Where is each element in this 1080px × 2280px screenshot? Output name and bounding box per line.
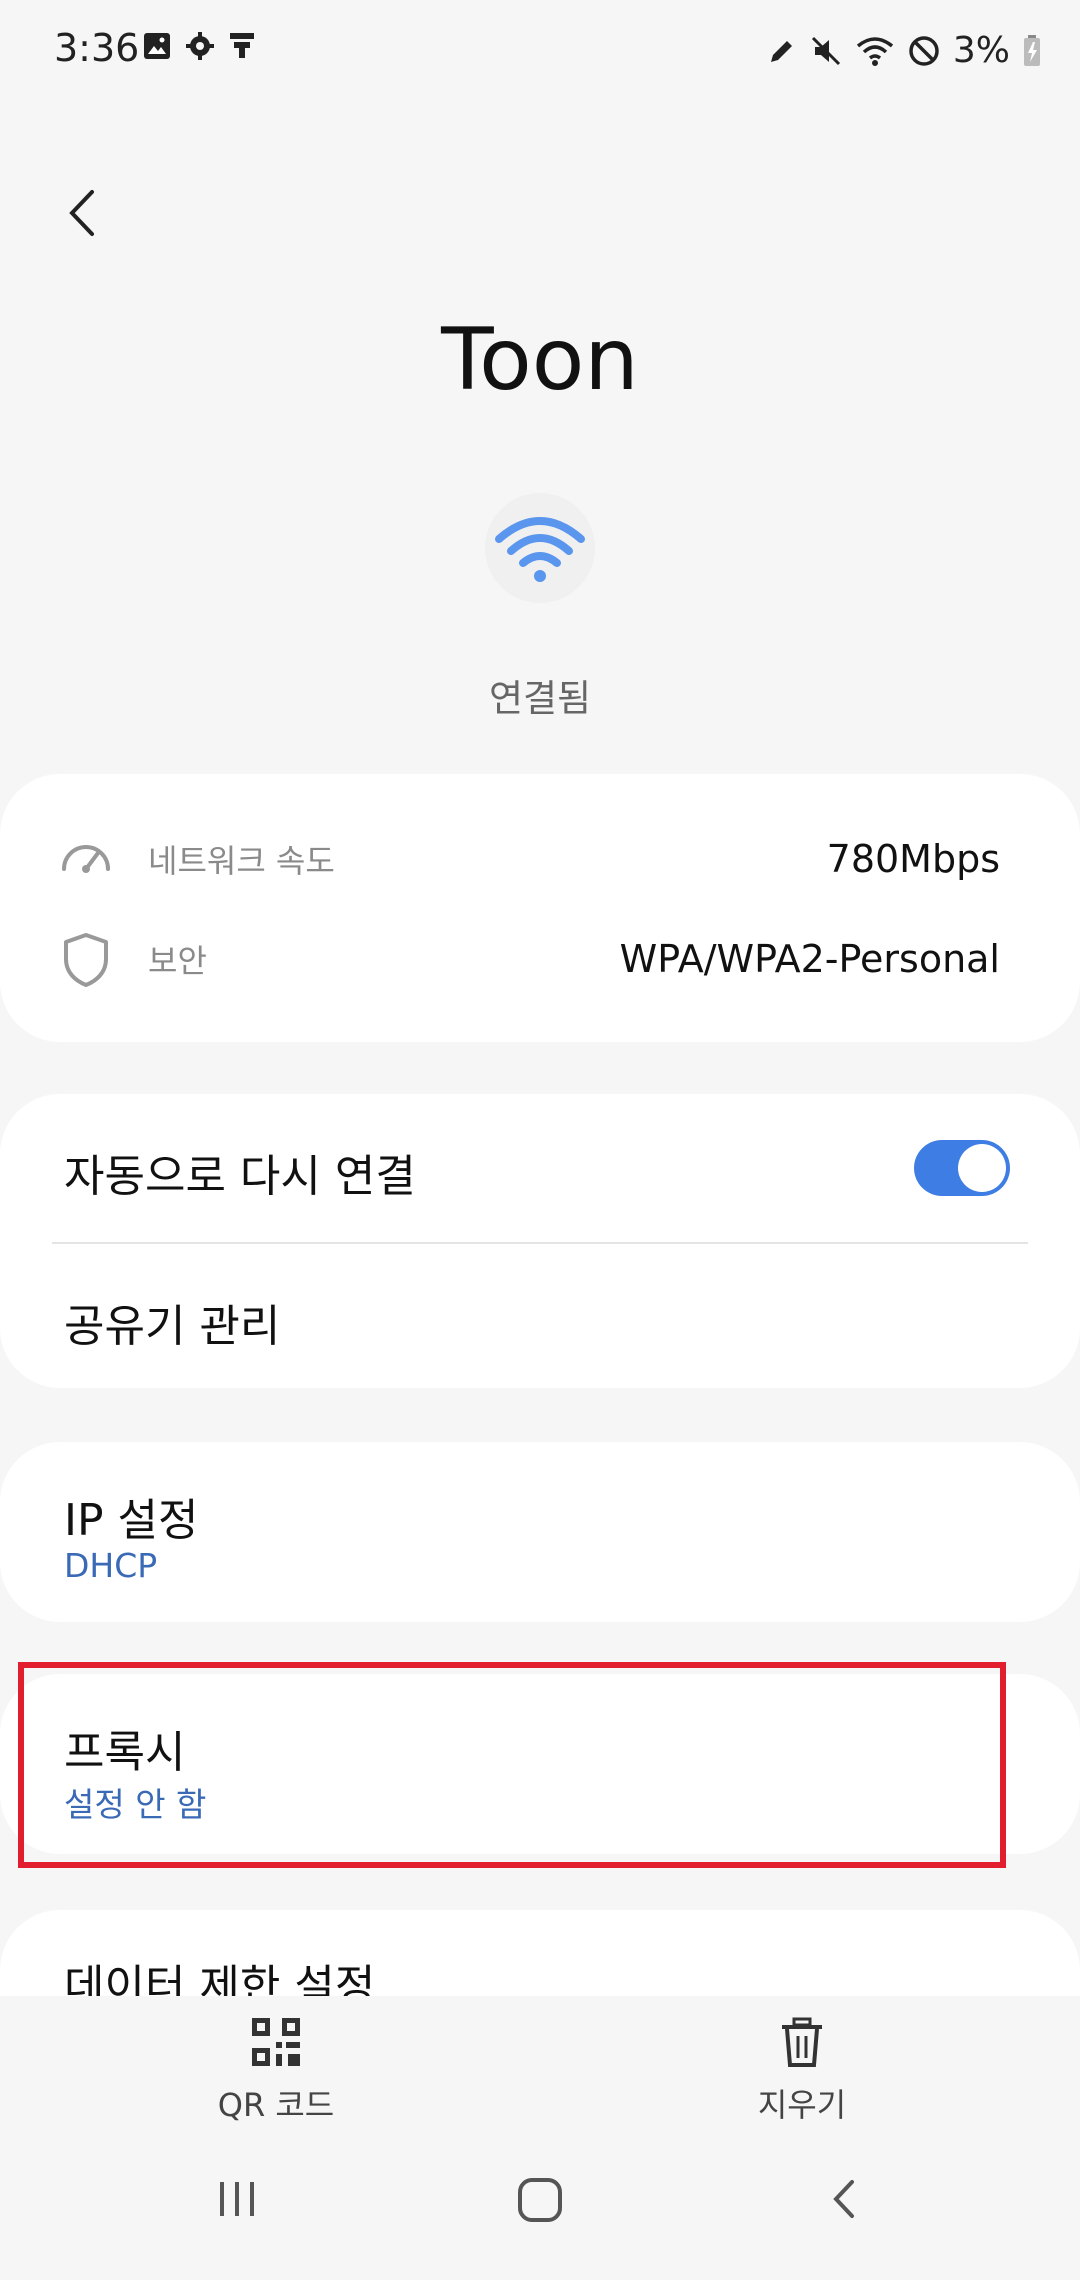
pen-icon	[767, 36, 797, 66]
bottom-action-bar	[0, 1996, 1080, 2156]
home-icon	[518, 2178, 562, 2222]
speedometer-icon	[56, 829, 116, 889]
connection-status: 연결됨	[488, 677, 592, 720]
trash-icon	[782, 2017, 822, 2067]
wifi-icon	[855, 34, 895, 68]
delete-label: 지우기	[757, 2086, 847, 2124]
page-title: Toon	[441, 310, 639, 410]
block-icon	[907, 34, 941, 68]
qr-code-icon	[252, 2018, 300, 2066]
recent-apps-button[interactable]	[214, 2176, 260, 2226]
status-time: 3:36	[54, 26, 140, 70]
delete-button[interactable]: 지우기	[702, 2016, 902, 2126]
speed-row: 네트워크 속도 780Mbps	[56, 814, 1080, 904]
ip-settings-value: DHCP	[64, 1546, 158, 1585]
toggle-knob	[958, 1144, 1006, 1192]
mute-icon	[809, 34, 843, 68]
router-manage-item[interactable]: 공유기 관리	[64, 1290, 280, 1354]
auto-reconnect-label[interactable]: 자동으로 다시 연결	[64, 1140, 416, 1204]
status-right-icons: 3%	[767, 30, 1042, 71]
back-button[interactable]	[56, 178, 116, 248]
status-left-icons	[142, 30, 256, 62]
nav-back-button[interactable]	[822, 2176, 868, 2226]
battery-percent: 3%	[952, 30, 1010, 71]
security-row: 보안 WPA/WPA2-Personal	[56, 914, 1080, 1004]
security-label: 보안	[148, 942, 207, 980]
wifi-icon	[495, 517, 585, 582]
qr-code-label: QR 코드	[217, 2086, 335, 2124]
proxy-highlight-box	[18, 1662, 1006, 1868]
image-icon	[142, 31, 172, 61]
recent-apps-icon	[220, 2182, 254, 2216]
divider	[52, 1242, 1028, 1244]
auto-reconnect-toggle[interactable]	[914, 1140, 1010, 1196]
home-button[interactable]	[516, 2176, 564, 2228]
back-arrow-icon	[833, 2180, 854, 2218]
network-info-card: 네트워크 속도 780Mbps 보안 WPA/WPA2-Personal	[0, 774, 1080, 1042]
chevron-left-icon	[69, 190, 94, 236]
battery-icon	[1022, 34, 1042, 68]
shield-icon	[56, 929, 116, 989]
ip-settings-label[interactable]: IP 설정	[64, 1484, 198, 1548]
security-value: WPA/WPA2-Personal	[619, 937, 1000, 981]
notification-icon	[228, 30, 256, 62]
system-navigation-bar	[0, 2156, 1080, 2280]
gear-icon	[184, 30, 216, 62]
wifi-status-icon	[485, 493, 595, 603]
status-bar: 3:36 3%	[0, 0, 1080, 100]
speed-label: 네트워크 속도	[148, 842, 335, 880]
speed-value: 780Mbps	[826, 837, 1000, 881]
qr-code-button[interactable]: QR 코드	[176, 2016, 376, 2126]
